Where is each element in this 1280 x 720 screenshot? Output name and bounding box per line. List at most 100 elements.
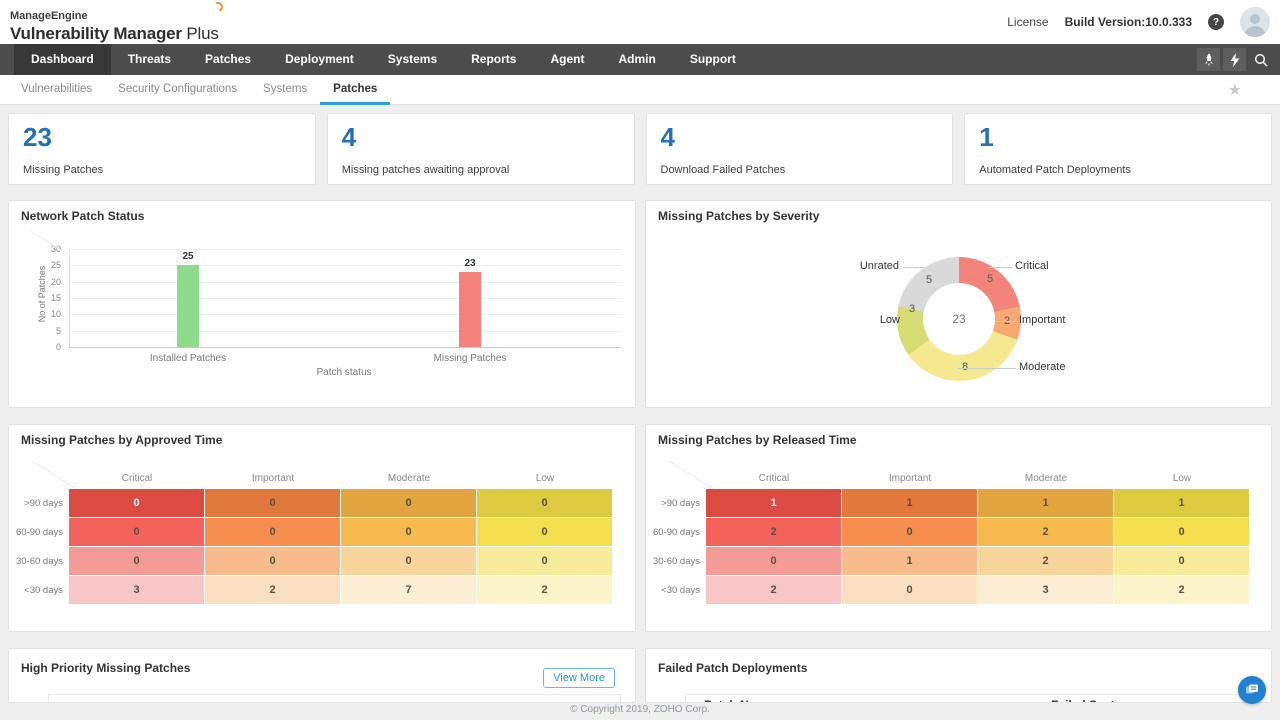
heatmap-cell[interactable]: 0 bbox=[477, 489, 612, 517]
severity-donut-chart: 235Critical2Important8Moderate3Low5Unrat… bbox=[646, 201, 1273, 409]
copyright-text: © Copyright 2019, ZOHO Corp. bbox=[0, 704, 1280, 715]
severity-donut[interactable]: 23 bbox=[897, 257, 1021, 381]
nav-items: DashboardThreatsPatchesDeploymentSystems… bbox=[0, 44, 1280, 75]
heatmap-cell[interactable]: 1 bbox=[842, 489, 977, 517]
slice-label-unrated: Unrated bbox=[860, 260, 899, 272]
heatmap-cell[interactable]: 0 bbox=[477, 547, 612, 575]
released-time-heatmap: CriticalImportantModerateLow>90 days1111… bbox=[646, 425, 1273, 633]
user-avatar[interactable] bbox=[1240, 7, 1270, 37]
heatmap-cell[interactable]: 0 bbox=[842, 576, 977, 604]
heatmap-cell[interactable]: 0 bbox=[341, 518, 476, 546]
heatmap-cell[interactable]: 0 bbox=[69, 518, 204, 546]
nav-item-threats[interactable]: Threats bbox=[111, 44, 188, 75]
column-header-patch-name: Patch Name bbox=[704, 698, 773, 703]
subnav-items: VulnerabilitiesSecurity ConfigurationsSy… bbox=[0, 75, 1280, 105]
slice-label-moderate: Moderate bbox=[1019, 361, 1065, 373]
subnav-item-systems[interactable]: Systems bbox=[250, 75, 320, 105]
search-icon[interactable] bbox=[1249, 48, 1272, 71]
heatmap-cell[interactable]: 0 bbox=[205, 547, 340, 575]
heatmap-cell[interactable]: 0 bbox=[1114, 518, 1249, 546]
favorite-star-icon[interactable]: ★ bbox=[1228, 80, 1242, 100]
high-priority-table bbox=[48, 694, 621, 703]
nav-item-reports[interactable]: Reports bbox=[454, 44, 533, 75]
network-patch-status-chart: 05101520253025Installed Patches23Missing… bbox=[9, 201, 637, 409]
heatmap-cell[interactable]: 0 bbox=[69, 489, 204, 517]
chat-icon[interactable] bbox=[1238, 676, 1266, 704]
slice-label-critical: Critical bbox=[1015, 260, 1049, 272]
approved-time-card: Missing Patches by Approved Time Critica… bbox=[8, 424, 636, 632]
card-title: High Priority Missing Patches bbox=[21, 661, 190, 675]
slice-value-low: 3 bbox=[909, 303, 915, 315]
heatmap-cell[interactable]: 2 bbox=[477, 576, 612, 604]
stat-card-automated-patch-deployments[interactable]: 1 Automated Patch Deployments bbox=[964, 113, 1272, 185]
nav-item-dashboard[interactable]: Dashboard bbox=[14, 44, 111, 75]
heatmap-cell[interactable]: 0 bbox=[205, 489, 340, 517]
nav-item-support[interactable]: Support bbox=[673, 44, 753, 75]
stats-row: 23Missing Patches4Missing patches awaiti… bbox=[8, 113, 1272, 185]
subnav-item-vulnerabilities[interactable]: Vulnerabilities bbox=[8, 75, 105, 105]
lightning-icon[interactable] bbox=[1223, 48, 1246, 71]
dashboard-page: ManageEngine Vulnerability Manager Plus … bbox=[0, 0, 1280, 720]
stat-card-missing-patches-awaiting-approval[interactable]: 4Missing patches awaiting approval bbox=[327, 113, 635, 185]
rocket-icon[interactable] bbox=[1197, 48, 1220, 71]
failed-patch-deployments-card: Failed Patch Deployments Patch Name Fail… bbox=[645, 648, 1272, 703]
sub-nav: VulnerabilitiesSecurity ConfigurationsSy… bbox=[0, 75, 1280, 105]
slice-label-low: Low bbox=[880, 314, 900, 326]
nav-item-agent[interactable]: Agent bbox=[533, 44, 601, 75]
heatmap-cell[interactable]: 1 bbox=[978, 489, 1113, 517]
logo-swoosh-icon bbox=[211, 1, 224, 14]
slice-value-critical: 5 bbox=[987, 273, 993, 285]
heatmap-cell[interactable]: 2 bbox=[205, 576, 340, 604]
subnav-item-patches[interactable]: Patches bbox=[320, 75, 390, 105]
stat-card-download-failed-patches[interactable]: 4Download Failed Patches bbox=[646, 113, 954, 185]
heatmap-cell[interactable]: 2 bbox=[706, 576, 841, 604]
heatmap-cell[interactable]: 1 bbox=[706, 489, 841, 517]
nav-item-systems[interactable]: Systems bbox=[371, 44, 454, 75]
heatmap-cell[interactable]: 2 bbox=[978, 518, 1113, 546]
view-more-button[interactable]: View More bbox=[543, 668, 615, 688]
stat-label: Download Failed Patches bbox=[661, 164, 786, 176]
subnav-item-security-configurations[interactable]: Security Configurations bbox=[105, 75, 250, 105]
slice-label-important: Important bbox=[1019, 314, 1065, 326]
heatmap-cell[interactable]: 0 bbox=[341, 489, 476, 517]
heatmap-cell[interactable]: 3 bbox=[978, 576, 1113, 604]
slice-value-moderate: 8 bbox=[962, 361, 968, 373]
heatmap-cell[interactable]: 0 bbox=[477, 518, 612, 546]
nav-item-deployment[interactable]: Deployment bbox=[268, 44, 371, 75]
stat-card-missing-patches[interactable]: 23Missing Patches bbox=[8, 113, 316, 185]
license-link[interactable]: License bbox=[1007, 15, 1048, 29]
bar-installed-patches[interactable] bbox=[177, 265, 199, 347]
slice-value-unrated: 5 bbox=[926, 274, 932, 286]
help-icon[interactable]: ? bbox=[1208, 14, 1224, 30]
heatmap-cell[interactable]: 0 bbox=[341, 547, 476, 575]
heatmap-cell[interactable]: 2 bbox=[978, 547, 1113, 575]
app-logo[interactable]: ManageEngine Vulnerability Manager Plus bbox=[10, 6, 219, 44]
nav-item-patches[interactable]: Patches bbox=[188, 44, 268, 75]
approved-time-heatmap: CriticalImportantModerateLow>90 days0000… bbox=[9, 425, 637, 633]
heatmap-cell[interactable]: 0 bbox=[205, 518, 340, 546]
heatmap-cell[interactable]: 2 bbox=[706, 518, 841, 546]
manageengine-logo-text: ManageEngine bbox=[10, 10, 88, 22]
heatmap-cell[interactable]: 3 bbox=[69, 576, 204, 604]
nav-item-admin[interactable]: Admin bbox=[601, 44, 672, 75]
donut-total: 23 bbox=[923, 283, 995, 355]
column-header-failed-systems: Failed Syste bbox=[1051, 698, 1121, 703]
stat-value: 4 bbox=[342, 122, 620, 152]
missing-patches-severity-card: Missing Patches by Severity 235Critical2… bbox=[645, 200, 1272, 408]
released-time-card: Missing Patches by Released Time Critica… bbox=[645, 424, 1272, 632]
stat-value: 1 bbox=[979, 122, 1257, 152]
stat-value: 23 bbox=[23, 122, 301, 152]
network-patch-status-card: Network Patch Status 05101520253025Insta… bbox=[8, 200, 636, 408]
heatmap-cell[interactable]: 0 bbox=[1114, 547, 1249, 575]
heatmap-cell[interactable]: 1 bbox=[1114, 489, 1249, 517]
heatmap-cell[interactable]: 7 bbox=[341, 576, 476, 604]
heatmap-cell[interactable]: 0 bbox=[706, 547, 841, 575]
heatmap-cell[interactable]: 0 bbox=[69, 547, 204, 575]
bar-missing-patches[interactable] bbox=[459, 272, 481, 347]
heatmap-cell[interactable]: 0 bbox=[842, 518, 977, 546]
heatmap-cell[interactable]: 1 bbox=[842, 547, 977, 575]
build-version-text: Build Version:10.0.333 bbox=[1065, 15, 1192, 29]
stat-label: Automated Patch Deployments bbox=[979, 164, 1131, 176]
top-header: ManageEngine Vulnerability Manager Plus … bbox=[0, 0, 1280, 44]
heatmap-cell[interactable]: 2 bbox=[1114, 576, 1249, 604]
